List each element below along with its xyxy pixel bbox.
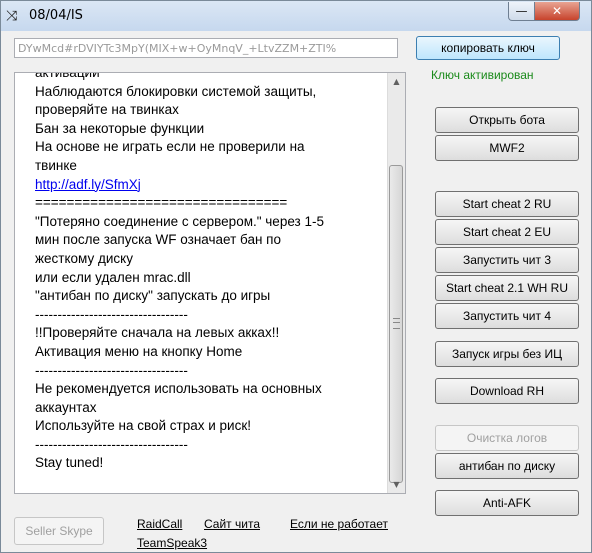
log-line: проверяйте на твинках — [35, 102, 179, 118]
close-button[interactable]: ✕ — [534, 2, 580, 21]
shuffle-icon: ⤨ — [6, 8, 18, 24]
log-line: Не рекомендуется использовать на основны… — [35, 381, 322, 397]
scroll-thumb[interactable] — [389, 165, 403, 483]
log-line: "Потеряно соединение с сервером." через … — [35, 213, 324, 229]
log-content: активации Наблюдаются блокировки системой… — [35, 72, 380, 473]
log-scrollbar[interactable]: ▲ ▼ — [387, 73, 405, 493]
minimize-icon: — — [515, 4, 528, 18]
title-bar[interactable]: ⤨ 08/04/IS — ✕ — [1, 1, 591, 31]
copy-key-button[interactable]: копировать ключ — [416, 36, 560, 60]
log-line: активации — [35, 72, 100, 80]
log-line: аккаунтах — [35, 399, 97, 415]
log-line: или если удален mrac.dll — [35, 269, 191, 285]
minimize-button[interactable]: — — [508, 2, 535, 21]
download-rh-button[interactable]: Download RH — [435, 378, 579, 404]
log-line: http://adf.ly/SfmXj — [35, 176, 380, 195]
close-icon: ✕ — [551, 4, 563, 18]
seller-skype-button[interactable]: Seller Skype — [14, 517, 104, 545]
scroll-up-arrow-icon[interactable]: ▲ — [388, 73, 405, 90]
open-bot-button[interactable]: Открыть бота — [435, 107, 579, 133]
log-line: твинке — [35, 157, 77, 173]
log-line: ---------------------------------- — [35, 362, 188, 378]
window-title: 08/04/IS — [29, 8, 83, 23]
launch-game-without-ic-button[interactable]: Запуск игры без ИЦ — [435, 341, 579, 367]
log-line: ---------------------------------- — [35, 306, 188, 322]
log-line: "антибан по диску" запускать до игры — [35, 288, 271, 304]
log-line: Stay tuned! — [35, 455, 104, 471]
app-window: ⤨ 08/04/IS — ✕ DYwMcd#rDVIYTc3MpY(MIX+w+… — [0, 0, 592, 553]
log-line: !!Проверяйте сначала на левых аккаx!! — [35, 325, 280, 341]
raidcall-link[interactable]: RaidCall — [137, 517, 182, 531]
antiban-disk-button[interactable]: антибан по диску — [435, 453, 579, 479]
log-line: мин после запуска WF означает бан по — [35, 232, 281, 248]
log-line: ---------------------------------- — [35, 436, 188, 452]
log-line: Бан за некоторые функции — [35, 120, 205, 136]
log-line: На основе не играть если не проверили на — [35, 139, 305, 155]
info-log-textarea[interactable]: активации Наблюдаются блокировки системой… — [14, 72, 406, 494]
run-cheat-3-button[interactable]: Запустить чит 3 — [435, 247, 579, 273]
log-line: Используйте на свой страх и риск! — [35, 418, 251, 434]
start-cheat-2-ru-button[interactable]: Start cheat 2 RU — [435, 191, 579, 217]
log-line: Активация меню на кнопку Home — [35, 343, 243, 359]
license-key-field[interactable]: DYwMcd#rDVIYTc3MpY(MIX+w+OyMnqV_+LtvZZM+… — [14, 38, 398, 58]
run-cheat-4-button[interactable]: Запустить чит 4 — [435, 303, 579, 329]
if-not-working-link[interactable]: Если не работает — [290, 517, 388, 531]
clear-logs-button[interactable]: Очистка логов — [435, 425, 579, 451]
teamspeak-link[interactable]: TeamSpeak3 — [137, 536, 207, 550]
mwf2-button[interactable]: MWF2 — [435, 135, 579, 161]
start-cheat-21-wh-ru-button[interactable]: Start cheat 2.1 WH RU — [435, 275, 579, 301]
log-line: Наблюдаются блокировки системой защиты, — [35, 83, 317, 99]
cheat-site-link[interactable]: Сайт чита — [204, 517, 260, 531]
scroll-down-arrow-icon[interactable]: ▼ — [388, 476, 405, 493]
grip-icon — [393, 318, 400, 329]
log-link[interactable]: http://adf.ly/SfmXj — [35, 177, 141, 192]
log-line: ================================ — [35, 195, 288, 211]
start-cheat-2-eu-button[interactable]: Start cheat 2 EU — [435, 219, 579, 245]
anti-afk-button[interactable]: Anti-AFK — [435, 490, 579, 516]
log-line: жесткому диску — [35, 250, 133, 266]
key-status-label: Ключ активирован — [431, 68, 534, 82]
